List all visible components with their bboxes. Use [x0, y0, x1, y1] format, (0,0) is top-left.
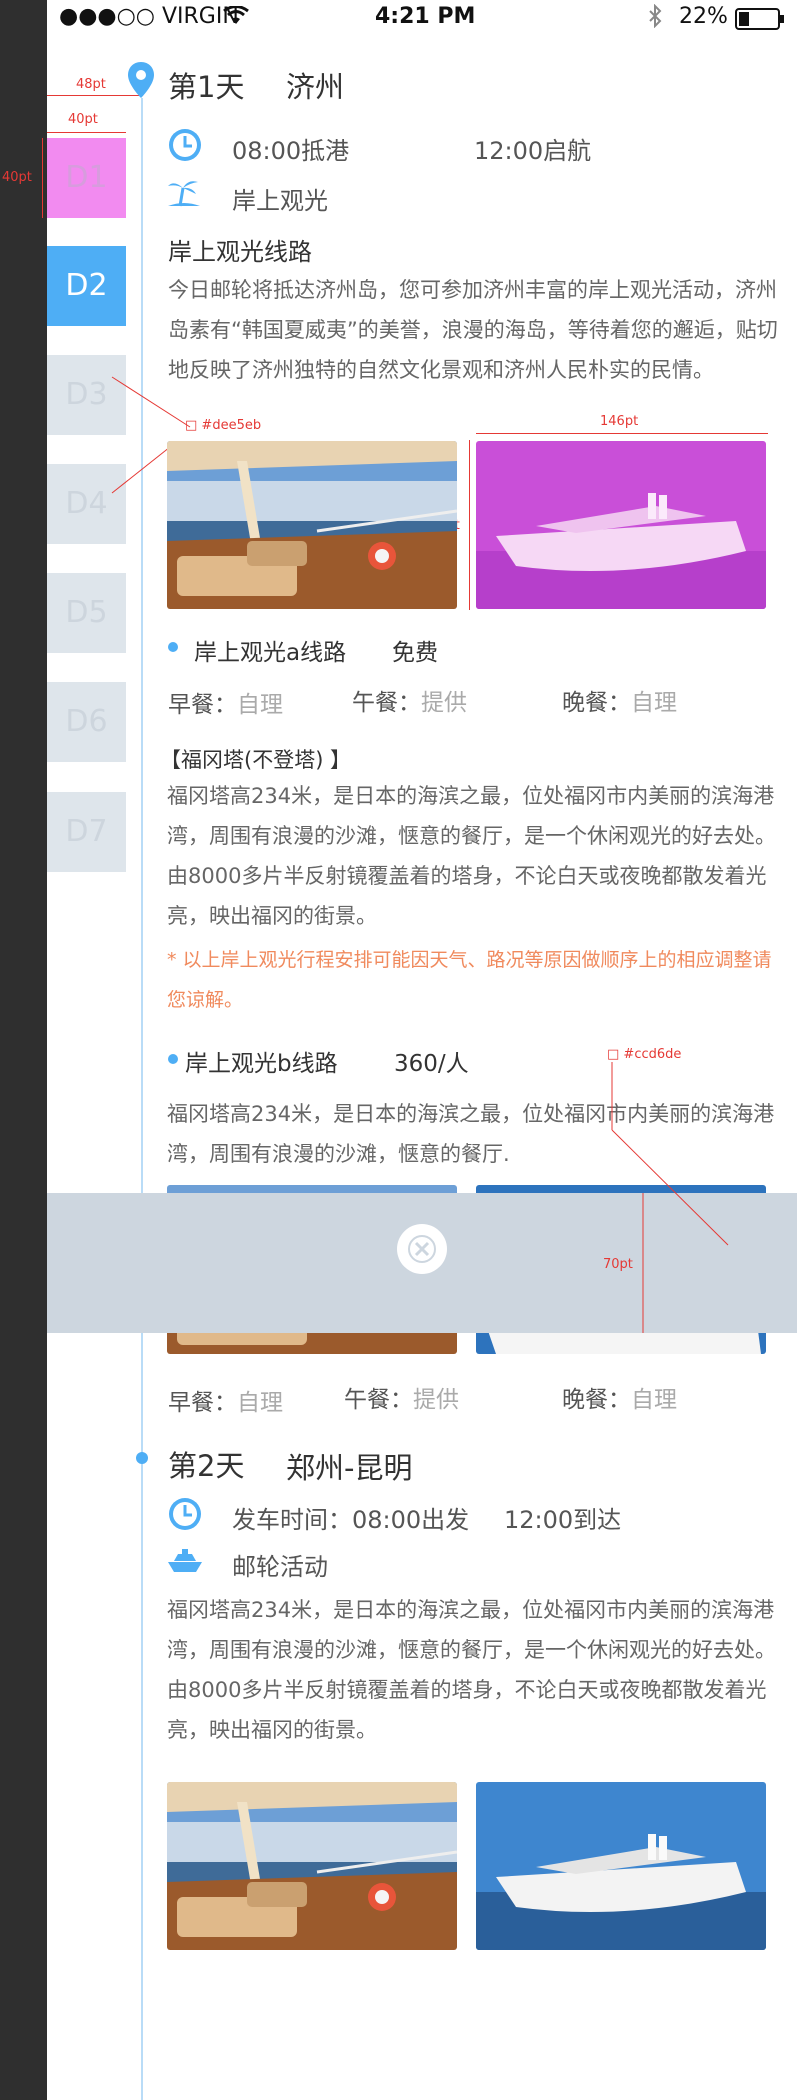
- palm-tree-icon: [166, 178, 202, 212]
- dinner-info: 晚餐：自理: [562, 690, 677, 716]
- annotation-line: [47, 132, 126, 133]
- day1-city: 济州: [286, 70, 345, 104]
- day-tab-d2[interactable]: D2: [47, 246, 126, 326]
- left-margin-strip: [0, 0, 47, 2100]
- itinerary-note: * 以上岸上观光行程安排可能因天气、路况等原因做顺序上的相应调整请您谅解。: [167, 949, 772, 1011]
- battery-percent: 22%: [679, 4, 728, 29]
- line-b-price: 360/人: [394, 1051, 469, 1077]
- line-a-name: 岸上观光a线路: [194, 640, 347, 666]
- line-a-price: 免费: [392, 640, 438, 666]
- day1-arrive-time: 08:00抵港: [232, 137, 350, 165]
- lunch-info: 午餐：提供: [352, 690, 467, 716]
- timeline-dot: [136, 1452, 148, 1464]
- ship-icon: [166, 1548, 204, 1578]
- close-icon: [408, 1235, 436, 1263]
- battery-icon: [735, 8, 785, 34]
- annotation-line: [469, 440, 470, 610]
- day1-title: 第1天: [168, 70, 245, 104]
- clock: 4:21 PM: [375, 4, 476, 29]
- status-bar: ●●●○○ VIRGIN 4:21 PM 22%: [47, 0, 797, 40]
- annotation-color-dee5eb: □ #dee5eb: [185, 418, 262, 433]
- breakfast-info: 早餐：自理: [168, 1390, 283, 1416]
- annotation-line: [42, 138, 43, 218]
- location-pin-icon: [126, 60, 156, 104]
- annotation-48pt: 48pt: [76, 77, 106, 92]
- route-title: 岸上观光线路: [168, 238, 312, 266]
- bullet-dot: [168, 642, 178, 652]
- poi-description: 福冈塔高234米，是日本的海滨之最，位处福冈市内美丽的滨海港湾，周围有浪漫的沙滩…: [167, 784, 776, 928]
- annotation-40pt-height: 40pt: [2, 170, 32, 185]
- annotation-pointer: [611, 1062, 729, 1333]
- day2-depart-time: 发车时间：08:00出发: [232, 1506, 470, 1534]
- day-tab-d1[interactable]: D1: [47, 138, 126, 218]
- lunch-info: 午餐：提供: [344, 1387, 459, 1413]
- day-tab-d7[interactable]: D7: [47, 792, 126, 872]
- close-button[interactable]: [397, 1224, 447, 1274]
- day2-description: 福冈塔高234米，是日本的海滨之最，位处福冈市内美丽的滨海港湾，周围有浪漫的沙滩…: [167, 1598, 776, 1742]
- route-description: 今日邮轮将抵达济州岛，您可参加济州丰富的岸上观光活动，济州岛素有“韩国夏威夷”的…: [168, 278, 778, 382]
- bluetooth-icon: [647, 3, 663, 32]
- day-tab-d6[interactable]: D6: [47, 682, 126, 762]
- day2-arrive-time: 12:00到达: [504, 1506, 622, 1534]
- annotation-70pt: 70pt: [603, 1257, 633, 1272]
- photo-yacht-highlighted[interactable]: [476, 441, 766, 609]
- wifi-icon: [223, 5, 249, 30]
- photo-deck[interactable]: [167, 1782, 457, 1950]
- photo-deck[interactable]: [167, 441, 457, 609]
- line-b-name: 岸上观光b线路: [185, 1051, 338, 1077]
- photo-yacht[interactable]: [476, 1782, 766, 1950]
- annotation-146pt: 146pt: [600, 414, 639, 429]
- annotation-40pt-width: 40pt: [68, 112, 98, 127]
- day2-city: 郑州-昆明: [286, 1451, 413, 1485]
- day1-activity: 岸上观光: [232, 187, 328, 215]
- bullet-dot: [168, 1054, 178, 1064]
- dinner-info: 晚餐：自理: [562, 1387, 677, 1413]
- day1-depart-time: 12:00启航: [474, 137, 592, 165]
- clock-icon: [167, 1496, 203, 1536]
- annotation-line: [476, 433, 768, 434]
- breakfast-info: 早餐：自理: [168, 692, 283, 718]
- day2-activity: 邮轮活动: [232, 1553, 328, 1581]
- carrier-label: ●●●○○ VIRGIN: [59, 4, 239, 29]
- poi-title: 【福冈塔(不登塔) 】: [160, 748, 352, 772]
- day-tab-d5[interactable]: D5: [47, 573, 126, 653]
- clock-icon: [167, 127, 203, 167]
- day2-title: 第2天: [168, 1449, 245, 1483]
